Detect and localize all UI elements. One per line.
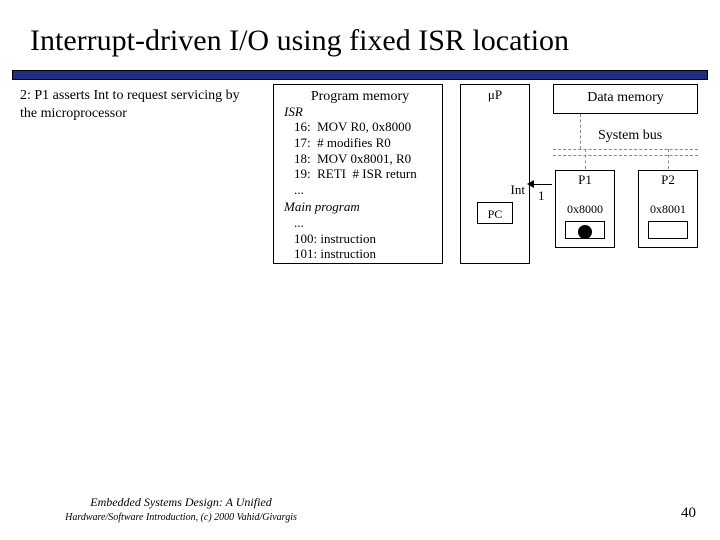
footer-citation: Embedded Systems Design: A Unified Hardw…: [16, 495, 346, 524]
main-program-label: Main program: [284, 199, 436, 215]
int-value: 1: [538, 188, 545, 204]
page-number: 40: [681, 505, 696, 522]
cpu-box: μP Int PC: [460, 84, 530, 264]
p2-address: 0x8001: [639, 202, 697, 217]
slide-container: Interrupt-driven I/O using fixed ISR loc…: [0, 0, 720, 540]
slide-title: Interrupt-driven I/O using fixed ISR loc…: [0, 0, 720, 70]
main-line-100: 100: instruction: [284, 231, 436, 247]
peripheral-p1-box: P1 0x8000: [555, 170, 615, 248]
footer-line2: Hardware/Software Introduction, (c) 2000…: [65, 512, 297, 523]
bus-drop-p2: [668, 149, 669, 169]
step-text-span: 2: P1 asserts Int to request servicing b…: [20, 88, 240, 121]
isr-line-19: 19: RETI # ISR return: [284, 166, 436, 182]
int-arrow-icon: [527, 180, 534, 188]
bus-drop-p1: [585, 149, 586, 169]
title-underline: [12, 70, 708, 80]
main-dots: ...: [284, 215, 436, 231]
p1-address: 0x8000: [556, 202, 614, 217]
p1-label: P1: [556, 171, 614, 188]
p1-data-dot-icon: [578, 225, 592, 239]
p2-register: [648, 221, 688, 239]
peripheral-p2-box: P2 0x8001: [638, 170, 698, 248]
isr-label: ISR: [284, 104, 436, 120]
main-line-101: 101: instruction: [284, 246, 436, 262]
isr-line-16: 16: MOV R0, 0x8000: [284, 119, 436, 135]
data-memory-box: Data memory: [553, 84, 698, 114]
cpu-label: μP: [461, 85, 529, 103]
program-counter-box: PC: [477, 202, 513, 224]
bus-line-2: [553, 155, 698, 156]
isr-line-17: 17: # modifies R0: [284, 135, 436, 151]
step-description: 2: P1 asserts Int to request servicing b…: [20, 87, 245, 122]
bus-line-1: [553, 149, 698, 150]
footer-line1: Embedded Systems Design: A Unified: [90, 495, 272, 509]
system-bus-label: System bus: [598, 128, 662, 144]
isr-line-18: 18: MOV 0x8001, R0: [284, 151, 436, 167]
cpu-int-label: Int: [511, 182, 525, 198]
slide-content: 2: P1 asserts Int to request servicing b…: [0, 80, 720, 94]
isr-dots: ...: [284, 182, 436, 198]
p2-label: P2: [639, 171, 697, 188]
program-memory-box: Program memory ISR 16: MOV R0, 0x8000 17…: [273, 84, 443, 264]
p1-register: [565, 221, 605, 239]
bus-drop-dm: [580, 114, 581, 149]
